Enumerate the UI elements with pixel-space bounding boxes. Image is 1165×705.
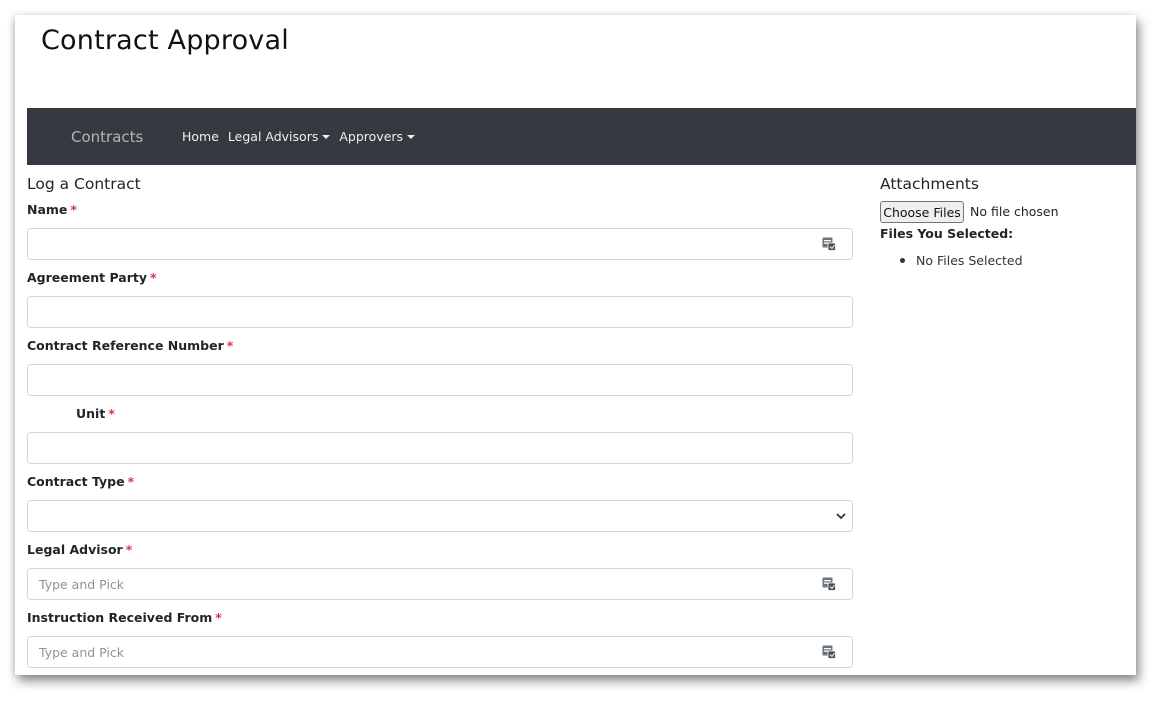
required-marker: * bbox=[70, 202, 77, 217]
instruction-from-input[interactable]: Type and Pick bbox=[27, 636, 853, 668]
required-marker: * bbox=[125, 542, 133, 557]
attachments-title: Attachments bbox=[880, 175, 979, 193]
files-selected-label: Files You Selected: bbox=[880, 226, 1014, 241]
unit-field-group: Unit * bbox=[27, 405, 853, 464]
unit-input[interactable] bbox=[27, 432, 853, 464]
contract-type-field-group: Contract Type * bbox=[27, 473, 853, 532]
bullet-icon bbox=[900, 258, 905, 263]
nav-legal-advisors-label: Legal Advisors bbox=[227, 129, 319, 144]
reference-number-label: Contract Reference Number * bbox=[27, 338, 234, 353]
selected-files-list: No Files Selected bbox=[900, 253, 1023, 268]
reference-number-field-group: Contract Reference Number * bbox=[27, 337, 853, 396]
required-marker: * bbox=[150, 270, 157, 285]
choose-files-button[interactable]: Choose Files bbox=[880, 201, 964, 223]
reference-number-input[interactable] bbox=[27, 364, 853, 396]
legal-advisor-label: Legal Advisor * bbox=[27, 542, 133, 557]
agreement-party-field-group: Agreement Party * bbox=[27, 269, 853, 328]
name-input[interactable] bbox=[27, 228, 853, 260]
instruction-from-field-group: Instruction Received From * Type and Pick bbox=[27, 609, 853, 668]
attachments-panel: Attachments Choose Files No file chosen … bbox=[880, 173, 1130, 268]
unit-label: Unit * bbox=[76, 406, 115, 421]
nav-home-link[interactable]: Home bbox=[182, 129, 219, 144]
legal-advisor-input[interactable]: Type and Pick bbox=[27, 568, 853, 600]
agreement-party-label: Agreement Party * bbox=[27, 270, 157, 285]
caret-down-icon bbox=[322, 134, 331, 139]
name-label: Name * bbox=[27, 202, 77, 217]
top-navbar: Contracts Home Legal Advisors Approvers bbox=[27, 108, 1136, 165]
chevron-down-icon bbox=[836, 513, 846, 520]
list-item: No Files Selected bbox=[900, 253, 1023, 268]
legal-advisor-field-group: Legal Advisor * Type and Pick bbox=[27, 541, 853, 600]
page-title: Contract Approval bbox=[41, 25, 289, 56]
contract-type-label: Contract Type * bbox=[27, 474, 135, 489]
required-marker: * bbox=[215, 610, 222, 625]
required-marker: * bbox=[226, 338, 234, 353]
selected-file-name: No Files Selected bbox=[916, 253, 1023, 268]
required-marker: * bbox=[127, 474, 135, 489]
caret-down-icon bbox=[407, 134, 416, 139]
instruction-from-placeholder: Type and Pick bbox=[39, 645, 125, 660]
people-picker-icon[interactable] bbox=[822, 577, 836, 591]
nav-home-label: Home bbox=[182, 129, 219, 144]
form-title: Log a Contract bbox=[27, 175, 141, 193]
nav-links: Home Legal Advisors Approvers bbox=[182, 129, 416, 144]
nav-legal-advisors-dropdown[interactable]: Legal Advisors bbox=[227, 129, 331, 144]
name-field-group: Name * bbox=[27, 201, 853, 260]
navbar-brand[interactable]: Contracts bbox=[71, 128, 143, 146]
agreement-party-input[interactable] bbox=[27, 296, 853, 328]
nav-approvers-dropdown[interactable]: Approvers bbox=[339, 129, 416, 144]
legal-advisor-placeholder: Type and Pick bbox=[39, 577, 125, 592]
contract-form: Log a Contract Name * Agreement Party * Co… bbox=[27, 173, 853, 668]
instruction-from-label: Instruction Received From * bbox=[27, 610, 222, 625]
required-marker: * bbox=[108, 406, 115, 421]
contract-type-select[interactable] bbox=[27, 500, 853, 532]
app-window: Contract Approval Contracts Home Legal A… bbox=[15, 15, 1136, 675]
people-picker-icon[interactable] bbox=[822, 645, 836, 659]
file-chooser-status: No file chosen bbox=[970, 204, 1059, 219]
people-picker-icon[interactable] bbox=[822, 237, 836, 251]
nav-approvers-label: Approvers bbox=[339, 129, 404, 144]
